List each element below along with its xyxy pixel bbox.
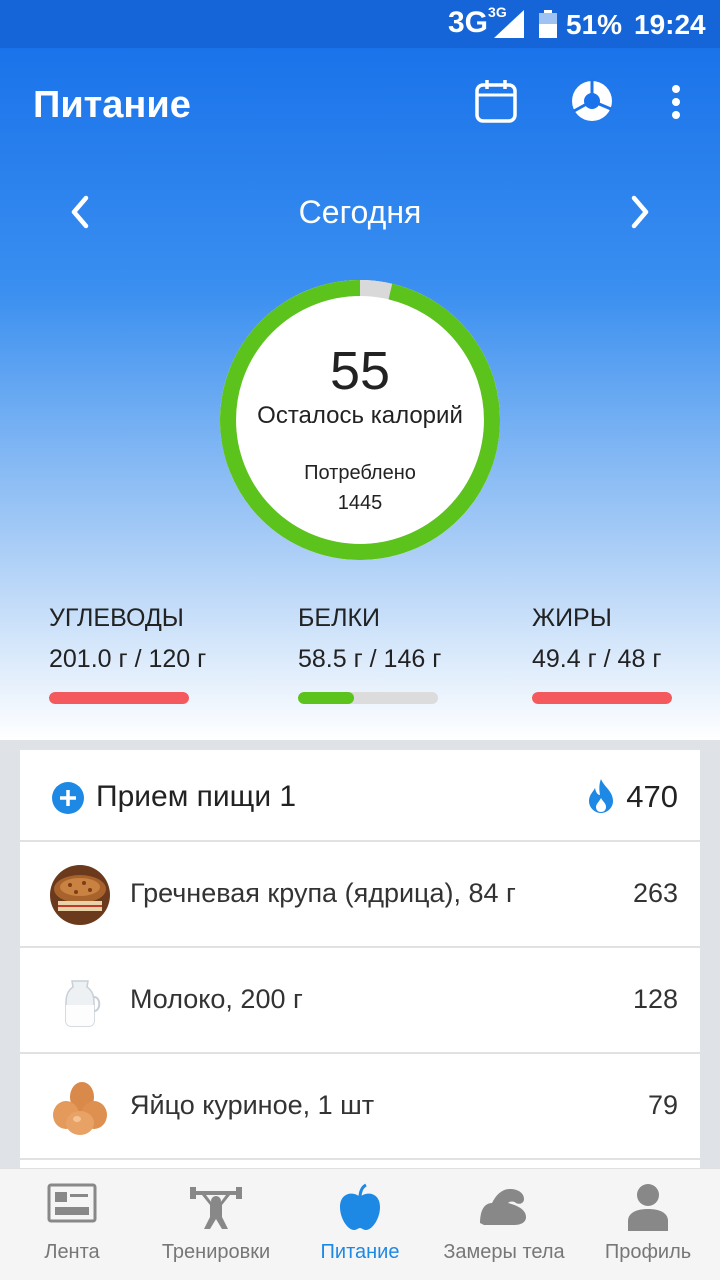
chevron-right-icon[interactable] (626, 190, 654, 234)
macro-progress-bar (298, 692, 438, 704)
macro-amount: 58.5 г / 146 г (298, 645, 442, 673)
food-calories: 128 (632, 984, 678, 1014)
food-name: Гречневая крупа (ядрица), 84 г (130, 878, 516, 908)
meal-calories: 470 (626, 779, 678, 814)
nav-body-measurements[interactable]: Замеры тела (432, 1169, 576, 1280)
feed-icon (47, 1183, 97, 1223)
nutrition-summary: Питание Сегодня 55 Осталось калорий Потр… (0, 48, 720, 740)
buckwheat-image (50, 865, 110, 925)
status-bar: 3G3G 51% 19:24 (0, 0, 720, 48)
calories-consumed: 1445 (337, 492, 383, 514)
meal-title: Прием пищи 1 (96, 780, 297, 813)
milk-image (65, 980, 101, 1027)
macro-progress-fill (49, 692, 189, 704)
food-calories: 79 (647, 1090, 678, 1120)
macro-name: ЖИРЫ (532, 604, 612, 632)
food-item[interactable]: Молоко, 200 г 128 (20, 948, 700, 1054)
nav-workouts[interactable]: Тренировки (144, 1169, 288, 1280)
macro-amount: 49.4 г / 48 г (532, 645, 662, 673)
pie-chart-icon[interactable] (570, 78, 614, 124)
workout-icon (190, 1187, 242, 1229)
nav-label: Профиль (604, 1241, 692, 1263)
macro-protein: БЕЛКИ 58.5 г / 146 г (298, 604, 498, 704)
macro-progress-bar (49, 692, 189, 704)
nav-nutrition[interactable]: Питание (288, 1169, 432, 1280)
meal-card: Прием пищи 1 470 Гречневая крупа (ядрица… (20, 750, 700, 1180)
calendar-icon[interactable] (474, 78, 518, 124)
page-title: Питание (33, 84, 191, 126)
macro-progress-fill (298, 692, 354, 704)
nav-feed[interactable]: Лента (0, 1169, 144, 1280)
calorie-ring: 55 Осталось калорий Потреблено 1445 (220, 280, 500, 560)
nav-label: Питание (320, 1241, 400, 1263)
macro-amount: 201.0 г / 120 г (49, 645, 207, 673)
nav-label: Лента (44, 1241, 100, 1263)
macro-name: УГЛЕВОДЫ (49, 604, 184, 632)
more-vert-icon[interactable] (666, 78, 686, 124)
calories-consumed-label: Потреблено (304, 462, 416, 484)
macro-name: БЕЛКИ (298, 604, 381, 632)
macro-progress-bar (532, 692, 672, 704)
food-item[interactable]: Яйцо куриное, 1 шт 79 (20, 1054, 700, 1160)
flame-icon (589, 779, 613, 813)
calories-remaining-label: Осталось калорий (257, 402, 463, 429)
bottom-navigation: Лента Тренировки Питание Замеры тела Про… (0, 1168, 720, 1280)
nav-label: Тренировки (161, 1241, 271, 1263)
battery-icon (539, 10, 557, 38)
add-circle-icon[interactable] (52, 782, 84, 814)
food-calories: 263 (632, 878, 678, 908)
profile-icon (628, 1184, 668, 1231)
macro-progress-fill (532, 692, 672, 704)
clock: 19:24 (634, 9, 706, 40)
day-navigator: Сегодня (0, 188, 720, 238)
macro-fat: ЖИРЫ 49.4 г / 48 г (532, 604, 720, 704)
food-name: Яйцо куриное, 1 шт (130, 1090, 375, 1120)
calories-remaining: 55 (329, 341, 391, 401)
nav-profile[interactable]: Профиль (576, 1169, 720, 1280)
muscle-icon (480, 1189, 526, 1225)
nav-label: Замеры тела (443, 1241, 565, 1263)
meal-header[interactable]: Прием пищи 1 470 (20, 750, 700, 842)
battery-percent: 51% (566, 9, 623, 40)
signal-icon (494, 10, 524, 38)
day-label: Сегодня (298, 194, 422, 230)
food-name: Молоко, 200 г (130, 984, 303, 1014)
apple-icon (340, 1183, 380, 1230)
food-item[interactable]: Гречневая крупа (ядрица), 84 г 263 (20, 842, 700, 948)
eggs-image (53, 1082, 107, 1135)
macro-carbs: УГЛЕВОДЫ 201.0 г / 120 г (49, 604, 249, 704)
